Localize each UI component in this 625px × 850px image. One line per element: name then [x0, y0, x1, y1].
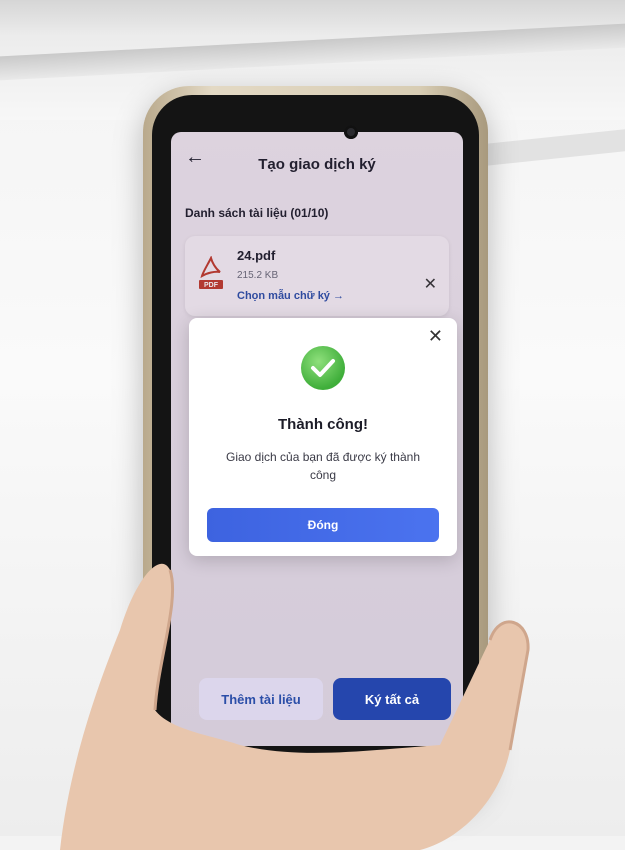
close-icon[interactable]: ✕	[428, 326, 443, 347]
check-circle-icon	[301, 346, 345, 390]
dialog-message: Giao dịch của bạn đã được ký thành công	[225, 450, 421, 482]
camera-icon	[344, 125, 358, 139]
dialog-title: Thành công!	[278, 416, 368, 433]
success-dialog: ✕ Thành công! Giao dịch của bạn đã được …	[189, 318, 457, 556]
hand-image	[60, 563, 530, 850]
close-dialog-button[interactable]: Đóng	[207, 508, 439, 542]
